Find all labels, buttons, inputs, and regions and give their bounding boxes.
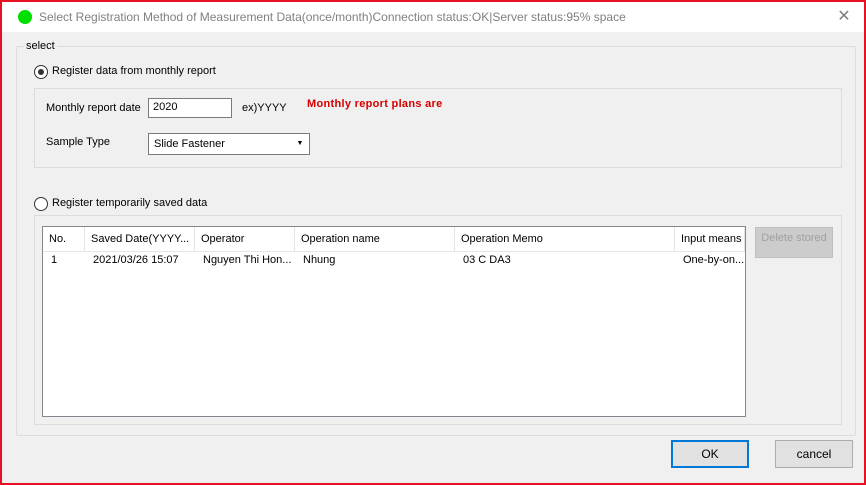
cell-no: 1 [51,254,58,266]
cancel-button[interactable]: cancel [775,440,853,468]
window-title: Select Registration Method of Measuremen… [39,10,626,24]
select-group-legend: select [24,40,57,52]
column-header-operator[interactable]: Operator [195,227,295,251]
cell-operation-memo: 03 C DA3 [463,254,511,266]
sample-type-value: Slide Fastener [154,138,225,150]
monthly-report-date-input[interactable]: 2020 [148,98,232,118]
column-header-operation-name[interactable]: Operation name [295,227,455,251]
column-header-no[interactable]: No. [43,227,85,251]
monthly-report-radio-label[interactable]: Register data from monthly report [52,65,216,77]
close-icon[interactable]: ✕ [830,5,858,29]
cell-operation-name: Nhung [303,254,336,266]
cell-saved-date: 2021/03/26 15:07 [93,254,179,266]
cell-input-means: One-by-on... [683,254,745,266]
monthly-report-plans-text: Monthly report plans are [307,98,443,110]
sample-type-label: Sample Type [46,136,111,148]
column-header-input-means[interactable]: Input means [675,227,745,251]
sample-type-select[interactable]: Slide Fastener ▼ [148,133,310,155]
delete-stored-button[interactable]: Delete stored [755,227,833,258]
list-header: No. Saved Date(YYYY... Operator Operatio… [43,227,745,252]
saved-data-list[interactable]: No. Saved Date(YYYY... Operator Operatio… [42,226,746,417]
chevron-down-icon[interactable]: ▼ [293,136,307,152]
temp-saved-radio[interactable] [34,197,48,211]
monthly-report-radio[interactable] [34,65,48,79]
title-bar: Select Registration Method of Measuremen… [2,2,864,32]
cell-operator: Nguyen Thi Hon... [203,254,292,266]
dialog-window: Select Registration Method of Measuremen… [0,0,866,485]
monthly-report-date-label: Monthly report date [46,102,141,114]
column-header-operation-memo[interactable]: Operation Memo [455,227,675,251]
ok-button[interactable]: OK [671,440,749,468]
connection-status-icon [18,10,32,24]
temp-saved-radio-label[interactable]: Register temporarily saved data [52,197,207,209]
date-format-hint: ex)YYYY [242,102,287,114]
column-header-saved-date[interactable]: Saved Date(YYYY... [85,227,195,251]
